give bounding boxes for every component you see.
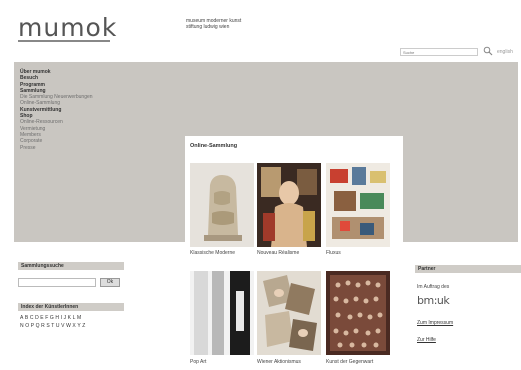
partner-title: Partner bbox=[415, 265, 521, 273]
artist-index-title: Index der KünstlerInnen bbox=[18, 303, 124, 311]
main-menu: Über mumok Besuch Programm Sammlung Die … bbox=[20, 69, 93, 151]
tagline: museum moderner kunst stiftung ludwig wi… bbox=[186, 18, 241, 30]
caption-nouveau-realisme[interactable]: Nouveau Réalisme bbox=[257, 250, 299, 256]
thumb-wiener-aktionismus[interactable] bbox=[257, 271, 321, 355]
logo-underline bbox=[18, 40, 110, 42]
artist-index-row-1[interactable]: ABCDEFGHIJKLM bbox=[20, 315, 83, 321]
caption-klassische-moderne[interactable]: Klassische Moderne bbox=[190, 250, 235, 256]
thumb-klassische-moderne[interactable] bbox=[190, 163, 254, 247]
imprint-link[interactable]: Zum Impressum bbox=[417, 320, 453, 326]
bmuk-logo[interactable]: bm:uk bbox=[417, 294, 450, 307]
search-icon[interactable] bbox=[483, 46, 493, 56]
search-input[interactable] bbox=[400, 48, 478, 56]
caption-fluxus[interactable]: Fluxus bbox=[326, 250, 341, 256]
thumb-nouveau-realisme[interactable] bbox=[257, 163, 321, 247]
artist-index-row-2[interactable]: NOPQRSTUVWXYZ bbox=[20, 323, 87, 329]
help-link[interactable]: Zur Hilfe bbox=[417, 337, 436, 343]
partner-commission-text: Im Auftrag des bbox=[417, 284, 450, 290]
thumb-fluxus[interactable] bbox=[326, 163, 390, 247]
thumb-kunst-der-gegenwart[interactable] bbox=[326, 271, 390, 355]
thumb-pop-art[interactable] bbox=[190, 271, 254, 355]
language-link[interactable]: english bbox=[497, 49, 513, 55]
caption-wiener-aktionismus[interactable]: Wiener Aktionismus bbox=[257, 359, 301, 365]
collection-search-title: Sammlungssuche bbox=[18, 262, 124, 270]
menu-item-presse[interactable]: Presse bbox=[20, 145, 93, 151]
collection-search-input[interactable] bbox=[18, 278, 96, 287]
panel-title: Online-Sammlung bbox=[190, 143, 238, 149]
caption-pop-art[interactable]: Pop Art bbox=[190, 359, 206, 365]
collection-search-ok-button[interactable]: Ok bbox=[100, 278, 120, 287]
tagline-line-2: stiftung ludwig wien bbox=[186, 24, 230, 30]
caption-kunst-der-gegenwart[interactable]: Kunst der Gegenwart bbox=[326, 359, 373, 365]
mumok-logo[interactable]: mumok bbox=[18, 13, 117, 42]
